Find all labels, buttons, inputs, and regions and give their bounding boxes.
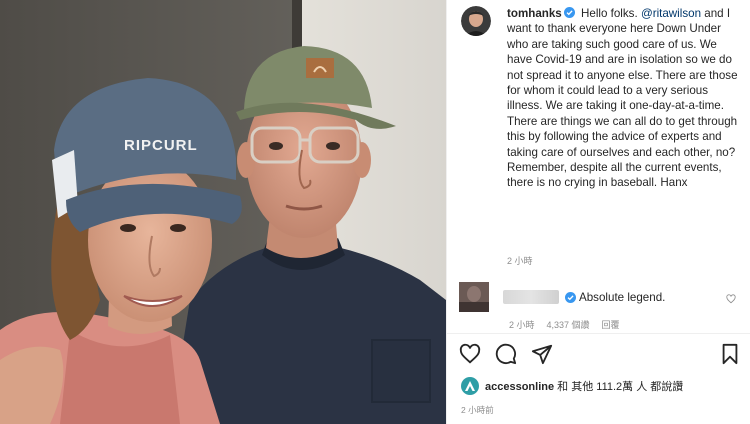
instagram-post: RIPCURL tomhanks Hello folks. @ritawilso… <box>0 0 750 424</box>
cap-brand-text: RIPCURL <box>124 137 198 154</box>
likes-row: accessonline 和 其他 111.2萬 人 都說讚 <box>461 377 683 395</box>
comment-row: Absolute legend. <box>459 282 749 312</box>
caption-body: and I want to thank everyone here Down U… <box>507 7 738 190</box>
comment-meta: 2 小時 4,337 個讚 回覆 <box>509 318 620 331</box>
comment-icon[interactable] <box>495 343 517 365</box>
mention-link[interactable]: @ritawilson <box>641 7 701 20</box>
caption-time: 2 小時 <box>507 256 533 266</box>
caption-text: tomhanks Hello folks. @ritawilson and I … <box>507 6 743 191</box>
blurred-commenter-name[interactable] <box>503 290 559 304</box>
post-timestamp: 2 小時前 <box>461 405 494 415</box>
heart-icon[interactable] <box>459 343 481 365</box>
save-icon[interactable] <box>719 343 741 365</box>
liker-avatar[interactable] <box>461 377 479 395</box>
liker-username[interactable]: accessonline <box>485 381 554 393</box>
comment-time: 2 小時 <box>509 320 535 330</box>
comment-likes[interactable]: 4,337 個讚 <box>547 318 590 331</box>
reply-link[interactable]: 回覆 <box>602 318 620 331</box>
verified-icon <box>565 291 576 303</box>
share-icon[interactable] <box>531 343 553 365</box>
caption-greeting: Hello folks. <box>581 7 638 20</box>
likes-count-text[interactable]: 和 其他 111.2萬 人 都說讚 <box>554 381 683 393</box>
username-link[interactable]: tomhanks <box>507 7 562 20</box>
verified-icon <box>563 7 575 18</box>
action-bar <box>459 343 745 365</box>
divider <box>447 333 750 334</box>
small-heart-icon[interactable] <box>726 294 736 304</box>
comment-text: Absolute legend. <box>579 290 666 304</box>
post-side-panel: tomhanks Hello folks. @ritawilson and I … <box>446 0 750 424</box>
avatar[interactable] <box>461 6 491 36</box>
caption-block: tomhanks Hello folks. @ritawilson and I … <box>461 6 745 191</box>
comment-avatar[interactable] <box>459 282 489 312</box>
post-photo[interactable]: RIPCURL <box>0 0 446 424</box>
likes-summary: accessonline 和 其他 111.2萬 人 都說讚 <box>485 378 683 394</box>
selfie-photo: RIPCURL <box>0 0 446 424</box>
